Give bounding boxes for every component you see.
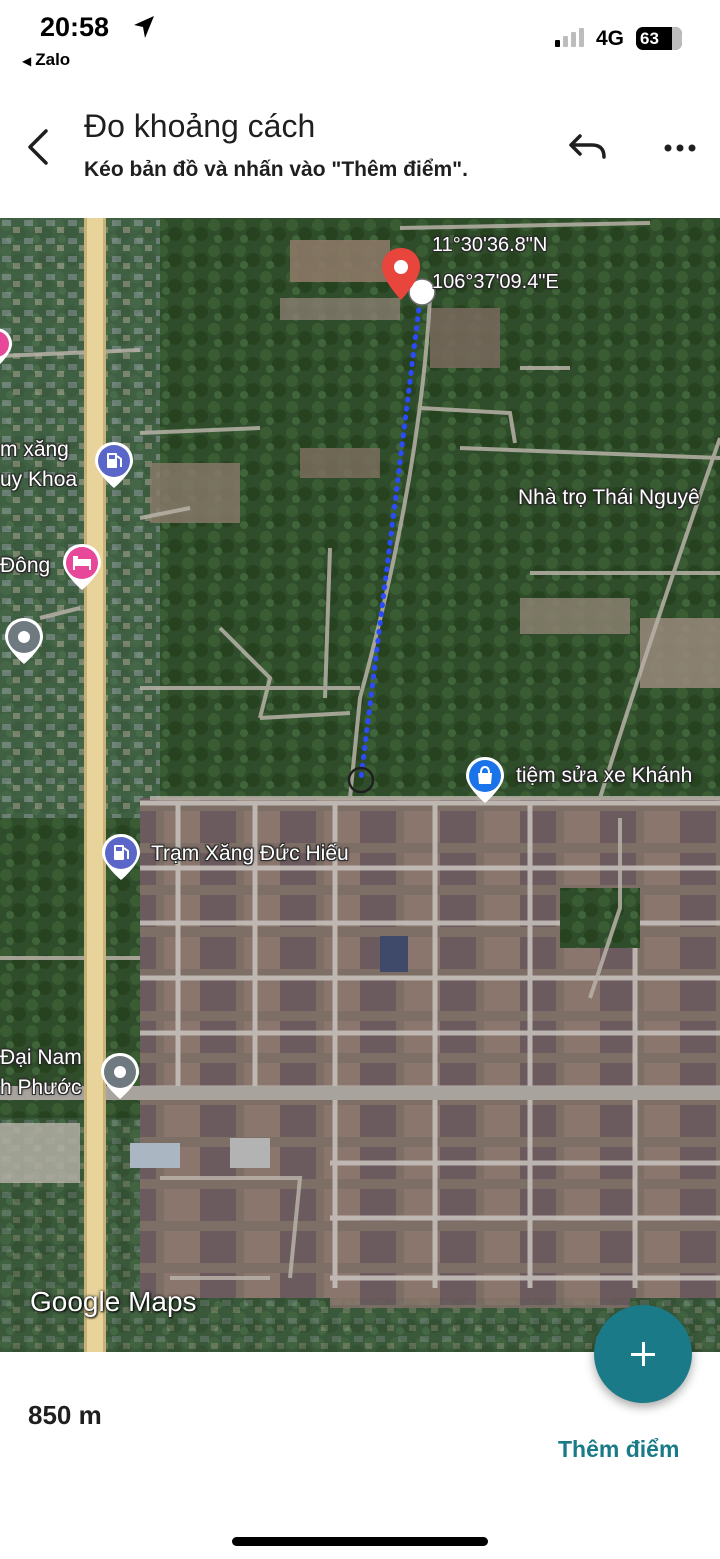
page-title: Đo khoảng cách [84,108,316,144]
shop-pin-icon[interactable] [464,755,506,805]
battery-icon: 63 [636,27,682,50]
add-point-button[interactable]: Thêm điểm [558,1436,679,1463]
location-arrow-icon [134,16,154,38]
page-subtitle: Kéo bản đồ và nhấn vào "Thêm điểm". [84,158,468,181]
poi-label-uy-khoa: uy Khoa [0,468,78,491]
back-arrow-icon[interactable] [22,127,58,167]
measurement-route-line [358,289,424,781]
coordinate-lat: 11°30'36.8"N [432,234,548,256]
undo-icon[interactable] [566,130,610,166]
gas-station-pin-icon[interactable] [93,440,135,490]
poi-label-h-phuoc: h Phước [0,1076,82,1099]
battery-level: 63 [640,29,659,48]
back-app-label: Zalo [35,50,71,69]
back-to-app-link[interactable]: ◀ Zalo [22,50,70,70]
cellular-signal-icon [555,28,584,47]
distance-readout: 850 m [28,1400,102,1430]
map-view[interactable]: 11°30'36.8"N 106°37'09.4"E m xăng uy Kho… [0,218,720,1352]
poi-label-dai-nam: Đại Nam [0,1046,82,1069]
location-pin-icon[interactable] [380,246,422,302]
poi-label-dong: Đông [0,554,51,577]
poi-label-tiem-sua-xe: tiệm sửa xe Khánh [516,764,693,787]
google-maps-logo: Google Maps [30,1286,197,1317]
generic-place-pin-icon[interactable] [3,616,45,666]
gas-station-pin-icon[interactable] [100,832,142,882]
status-time: 20:58 [40,12,110,42]
start-point-marker[interactable] [346,765,376,795]
poi-label-nha-tro: Nhà trọ Thái Nguyê [518,486,700,509]
hotel-pin-icon[interactable] [61,542,103,592]
network-type: 4G [596,27,625,50]
poi-label-tram-xang-duc-hieu: Trạm Xăng Đức Hiếu [151,842,349,865]
coordinate-lng: 106°37'09.4"E [432,271,559,293]
back-triangle-icon: ◀ [22,54,32,68]
add-point-fab[interactable] [594,1305,692,1403]
hotel-pin-partial-icon[interactable] [0,326,14,370]
generic-place-pin-icon[interactable] [99,1051,141,1101]
poi-label-tram-xang-truncated: m xăng [0,438,69,461]
more-options-icon[interactable] [658,134,702,162]
home-indicator[interactable] [232,1537,488,1546]
